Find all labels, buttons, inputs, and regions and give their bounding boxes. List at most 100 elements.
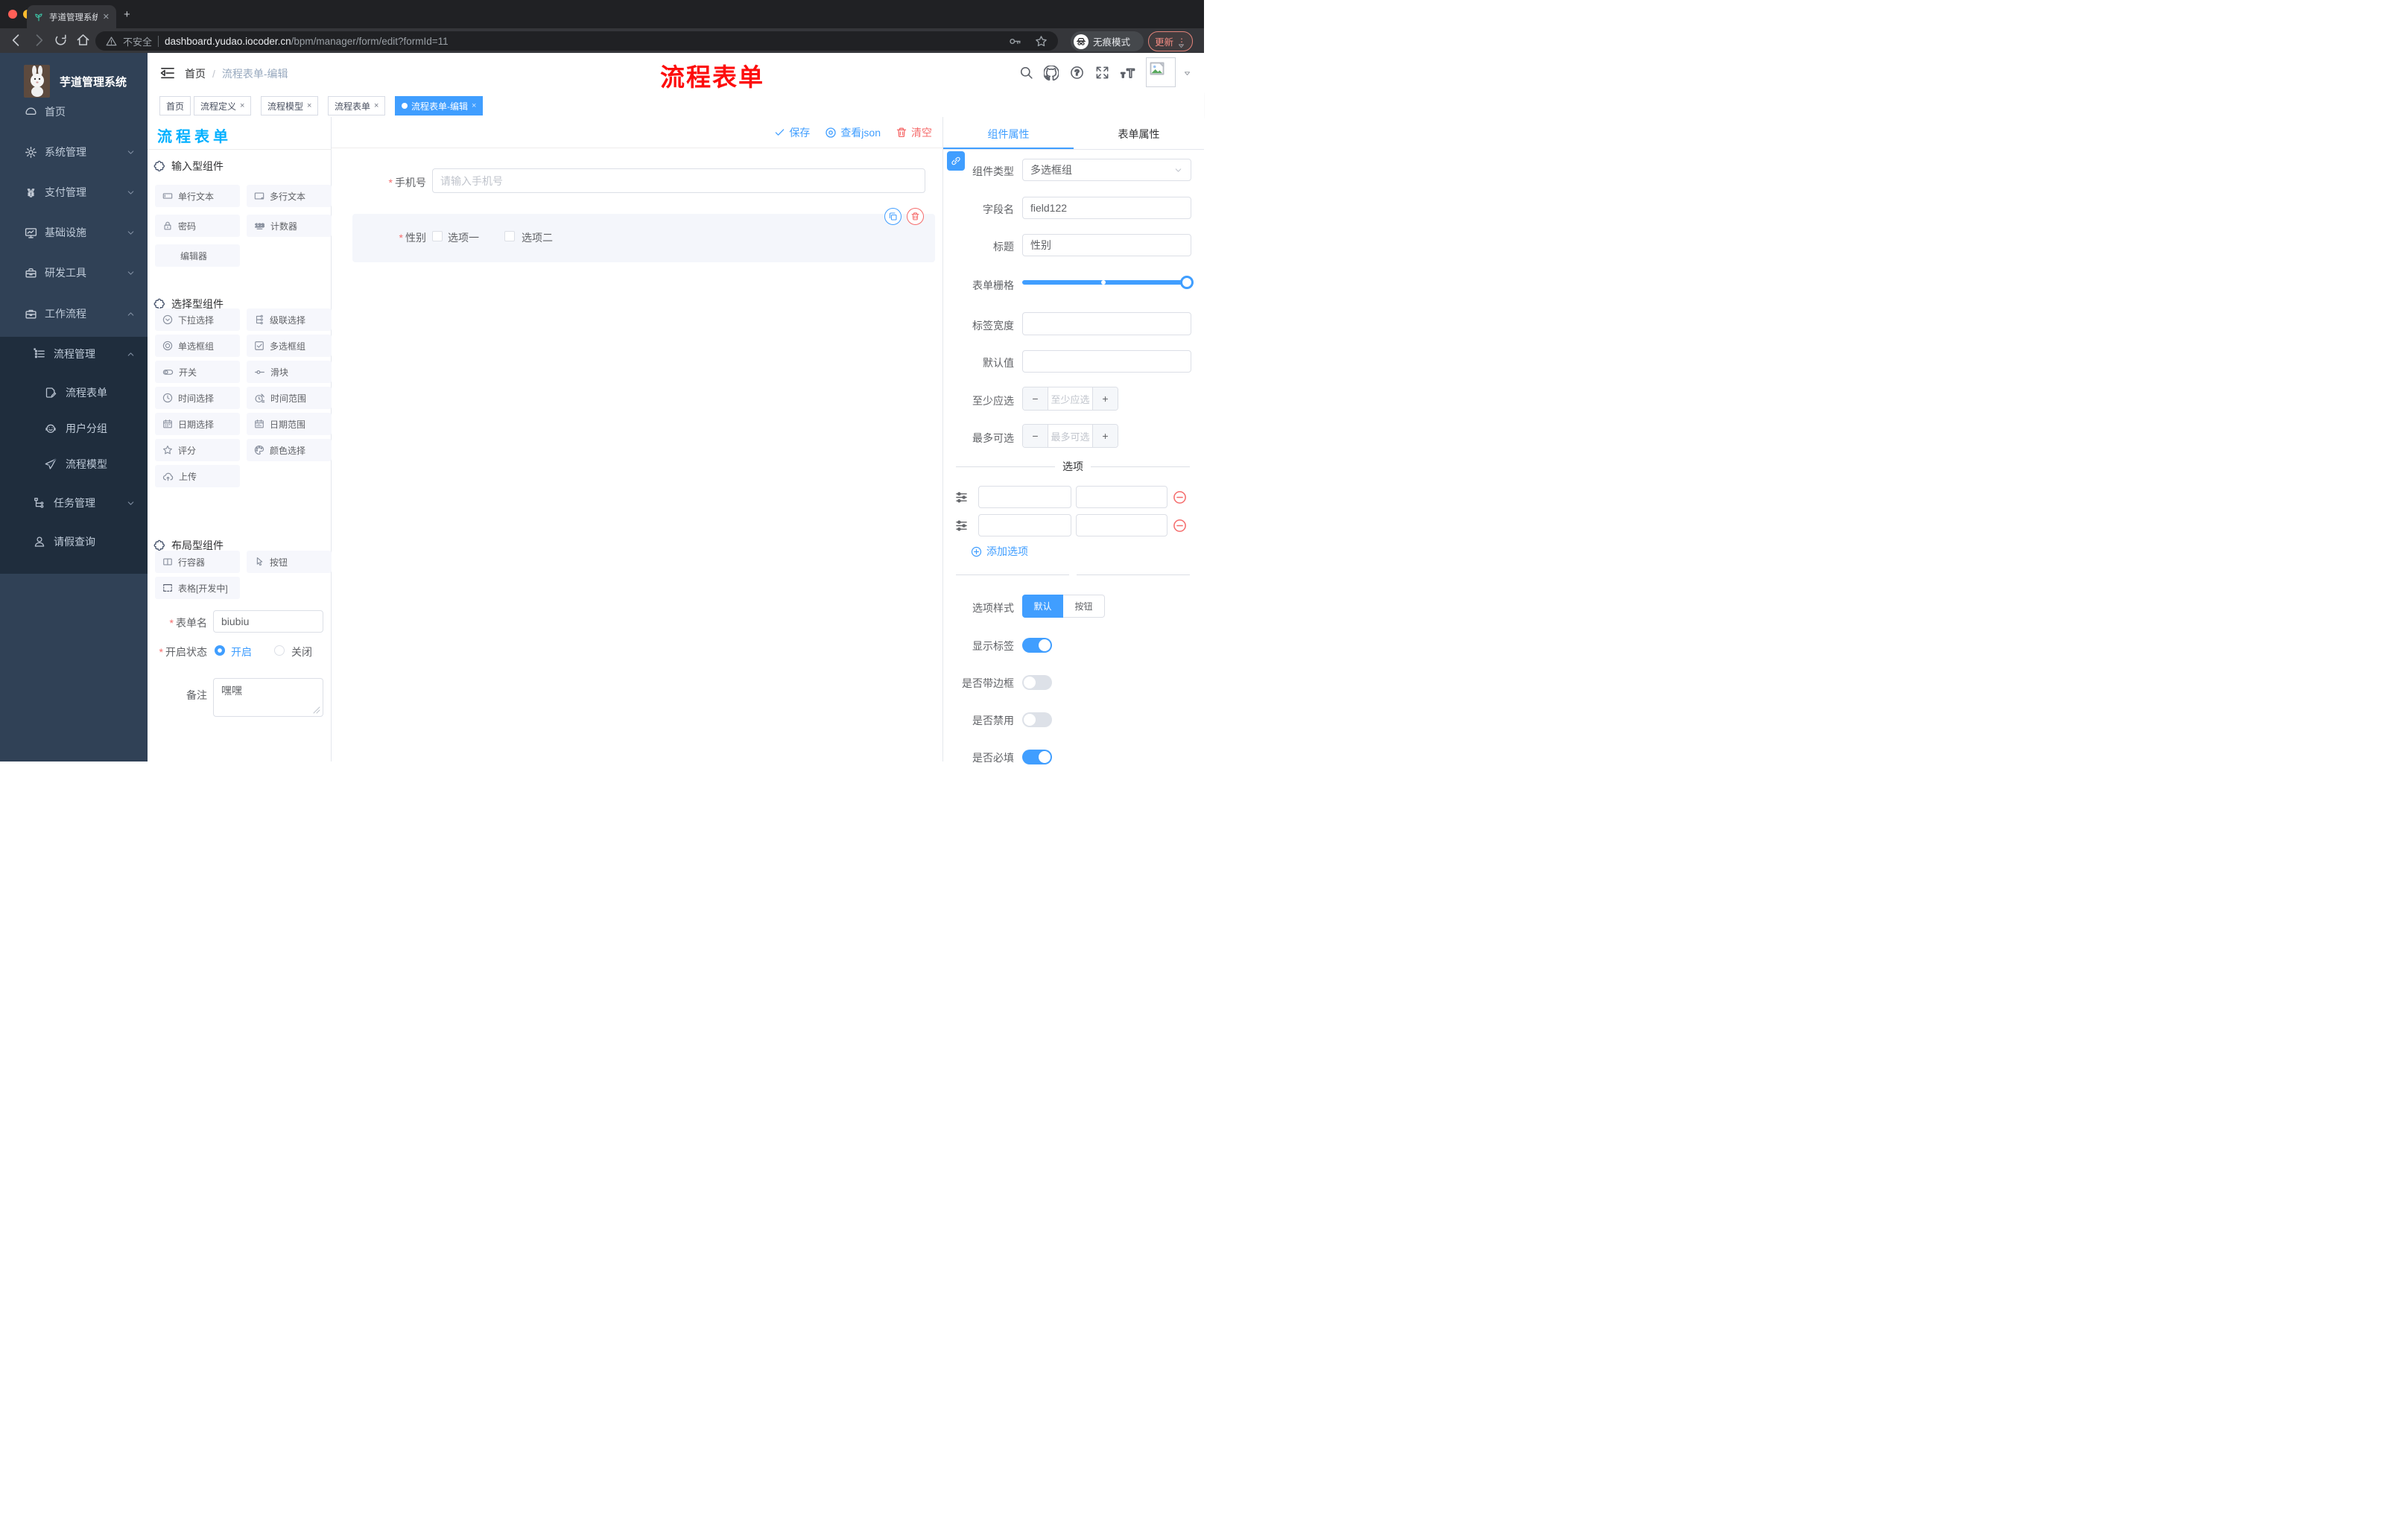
remove-option-icon[interactable] [1173, 490, 1187, 504]
search-icon[interactable] [1019, 66, 1033, 80]
tag-close-icon[interactable] [240, 102, 244, 110]
palette-item-slider[interactable]: 滑块 [247, 361, 332, 383]
option-2-label-input[interactable] [978, 514, 1071, 536]
option-1-label-input[interactable] [978, 486, 1071, 508]
gender-option-2-label[interactable]: 选项二 [522, 230, 553, 245]
avatar-caret-icon[interactable] [1183, 69, 1191, 77]
bookmark-star-icon[interactable] [1035, 35, 1048, 48]
new-tab-button[interactable]: + [124, 8, 130, 21]
tag-home[interactable]: 首页 [159, 96, 191, 115]
palette-item-date[interactable]: 日期选择 [155, 413, 240, 435]
view-json-button[interactable]: 查看json [825, 125, 881, 140]
breadcrumb-home[interactable]: 首页 [185, 68, 206, 80]
slider-handle[interactable] [1180, 276, 1194, 289]
tab-close-icon[interactable]: ✕ [103, 12, 110, 22]
delete-component-button[interactable] [907, 208, 924, 225]
palette-item-select[interactable]: 下拉选择 [155, 308, 240, 331]
palette-item-cascader[interactable]: 级联选择 [247, 308, 332, 331]
palette-item-time[interactable]: 时间选择 [155, 387, 240, 409]
remove-option-icon[interactable] [1173, 519, 1187, 533]
gender-checkbox-2[interactable] [504, 231, 515, 241]
label-width-input[interactable] [1022, 312, 1191, 335]
copy-component-button[interactable] [884, 208, 902, 225]
border-toggle[interactable] [1022, 675, 1052, 690]
update-button[interactable]: 更新 ⋮ [1148, 31, 1193, 51]
back-icon[interactable] [9, 33, 24, 48]
status-off-label[interactable]: 关闭 [291, 645, 312, 659]
plus-button[interactable]: + [1092, 425, 1118, 447]
palette-item-row-container[interactable]: 行容器 [155, 551, 240, 573]
grid-slider[interactable] [1022, 276, 1194, 289]
status-on-label[interactable]: 开启 [231, 645, 252, 659]
default-value-input[interactable] [1022, 350, 1191, 373]
disabled-toggle[interactable] [1022, 712, 1052, 727]
tag-close-icon[interactable] [472, 102, 476, 110]
forward-icon[interactable] [31, 33, 46, 48]
sidebar-item-workflow[interactable]: 工作流程 [0, 299, 148, 329]
status-radio-off[interactable] [274, 645, 285, 656]
tag-process-definition[interactable]: 流程定义 [194, 96, 252, 115]
palette-item-switch[interactable]: 开关 [155, 361, 240, 383]
palette-item-rate[interactable]: 评分 [155, 439, 240, 461]
resize-handle-icon[interactable] [313, 706, 320, 714]
add-option-button[interactable]: 添加选项 [971, 544, 1028, 559]
drag-handle-icon[interactable] [955, 519, 968, 532]
sidebar-item-process-model[interactable]: 流程模型 [0, 449, 148, 479]
palette-item-single-text[interactable]: 单行文本 [155, 185, 240, 207]
toolbar-caret-icon[interactable] [1177, 42, 1185, 50]
option-2-value-input[interactable] [1076, 514, 1167, 536]
address-bar[interactable]: 不安全 dashboard.yudao.iocoder.cn/bpm/manag… [95, 31, 1058, 51]
min-placeholder[interactable]: 至少应选 [1048, 387, 1092, 410]
status-radio-on[interactable] [215, 645, 225, 656]
style-button-button[interactable]: 按钮 [1063, 595, 1105, 618]
clear-button[interactable]: 清空 [896, 125, 932, 140]
save-button[interactable]: 保存 [774, 125, 810, 140]
tab-component-props[interactable]: 组件属性 [943, 127, 1074, 142]
minus-button[interactable]: − [1023, 387, 1048, 410]
sidebar-item-home[interactable]: 首页 [0, 97, 148, 127]
sidebar-item-task-mgmt[interactable]: 任务管理 [0, 488, 148, 518]
font-size-icon[interactable] [1120, 66, 1135, 81]
fullscreen-icon[interactable] [1095, 66, 1109, 80]
gender-option-1-label[interactable]: 选项一 [448, 230, 479, 245]
palette-item-time-range[interactable]: 时间范围 [247, 387, 332, 409]
sidebar-item-system[interactable]: 系统管理 [0, 137, 148, 167]
tag-close-icon[interactable] [374, 102, 378, 110]
tag-close-icon[interactable] [307, 102, 311, 110]
required-toggle[interactable] [1022, 750, 1052, 764]
palette-item-multi-text[interactable]: 多行文本 [247, 185, 332, 207]
sidebar-item-infra[interactable]: 基础设施 [0, 218, 148, 247]
phone-input[interactable] [432, 168, 925, 193]
drag-handle-icon[interactable] [955, 491, 968, 504]
sidebar-item-process-form[interactable]: 流程表单 [0, 378, 148, 408]
palette-item-date-range[interactable]: 日期范围 [247, 413, 332, 435]
palette-item-radio-group[interactable]: 单选框组 [155, 335, 240, 357]
title-input[interactable] [1022, 234, 1191, 256]
component-type-select[interactable]: 多选框组 [1022, 159, 1191, 181]
option-1-value-input[interactable] [1076, 486, 1167, 508]
sidebar-item-devtools[interactable]: 研发工具 [0, 258, 148, 288]
tag-process-model[interactable]: 流程模型 [261, 96, 319, 115]
reload-icon[interactable] [54, 33, 68, 47]
tab-form-props[interactable]: 表单属性 [1074, 127, 1204, 142]
palette-item-upload[interactable]: 上传 [155, 465, 240, 487]
sidebar-fold-icon[interactable] [160, 66, 175, 80]
field-name-input[interactable] [1022, 197, 1191, 219]
palette-item-color[interactable]: 颜色选择 [247, 439, 332, 461]
tag-process-form-edit[interactable]: 流程表单-编辑 [395, 96, 484, 115]
palette-item-counter[interactable]: 计数器 [247, 215, 332, 237]
sidebar-item-payment[interactable]: 支付管理 [0, 177, 148, 207]
palette-item-editor[interactable]: 编辑器 [155, 244, 240, 267]
show-label-toggle[interactable] [1022, 638, 1052, 653]
plus-button[interactable]: + [1092, 387, 1118, 410]
max-placeholder[interactable]: 最多可选 [1048, 425, 1092, 447]
tag-process-form[interactable]: 流程表单 [328, 96, 386, 115]
form-remark-textarea[interactable]: 嘿嘿 [213, 678, 323, 717]
gender-checkbox-1[interactable] [432, 231, 443, 241]
home-icon[interactable] [76, 33, 90, 47]
minus-button[interactable]: − [1023, 425, 1048, 447]
palette-item-button[interactable]: 按钮 [247, 551, 332, 573]
sidebar-item-user-group[interactable]: 用户分组 [0, 414, 148, 443]
traffic-close-button[interactable] [8, 10, 17, 19]
help-icon[interactable] [1070, 66, 1084, 80]
